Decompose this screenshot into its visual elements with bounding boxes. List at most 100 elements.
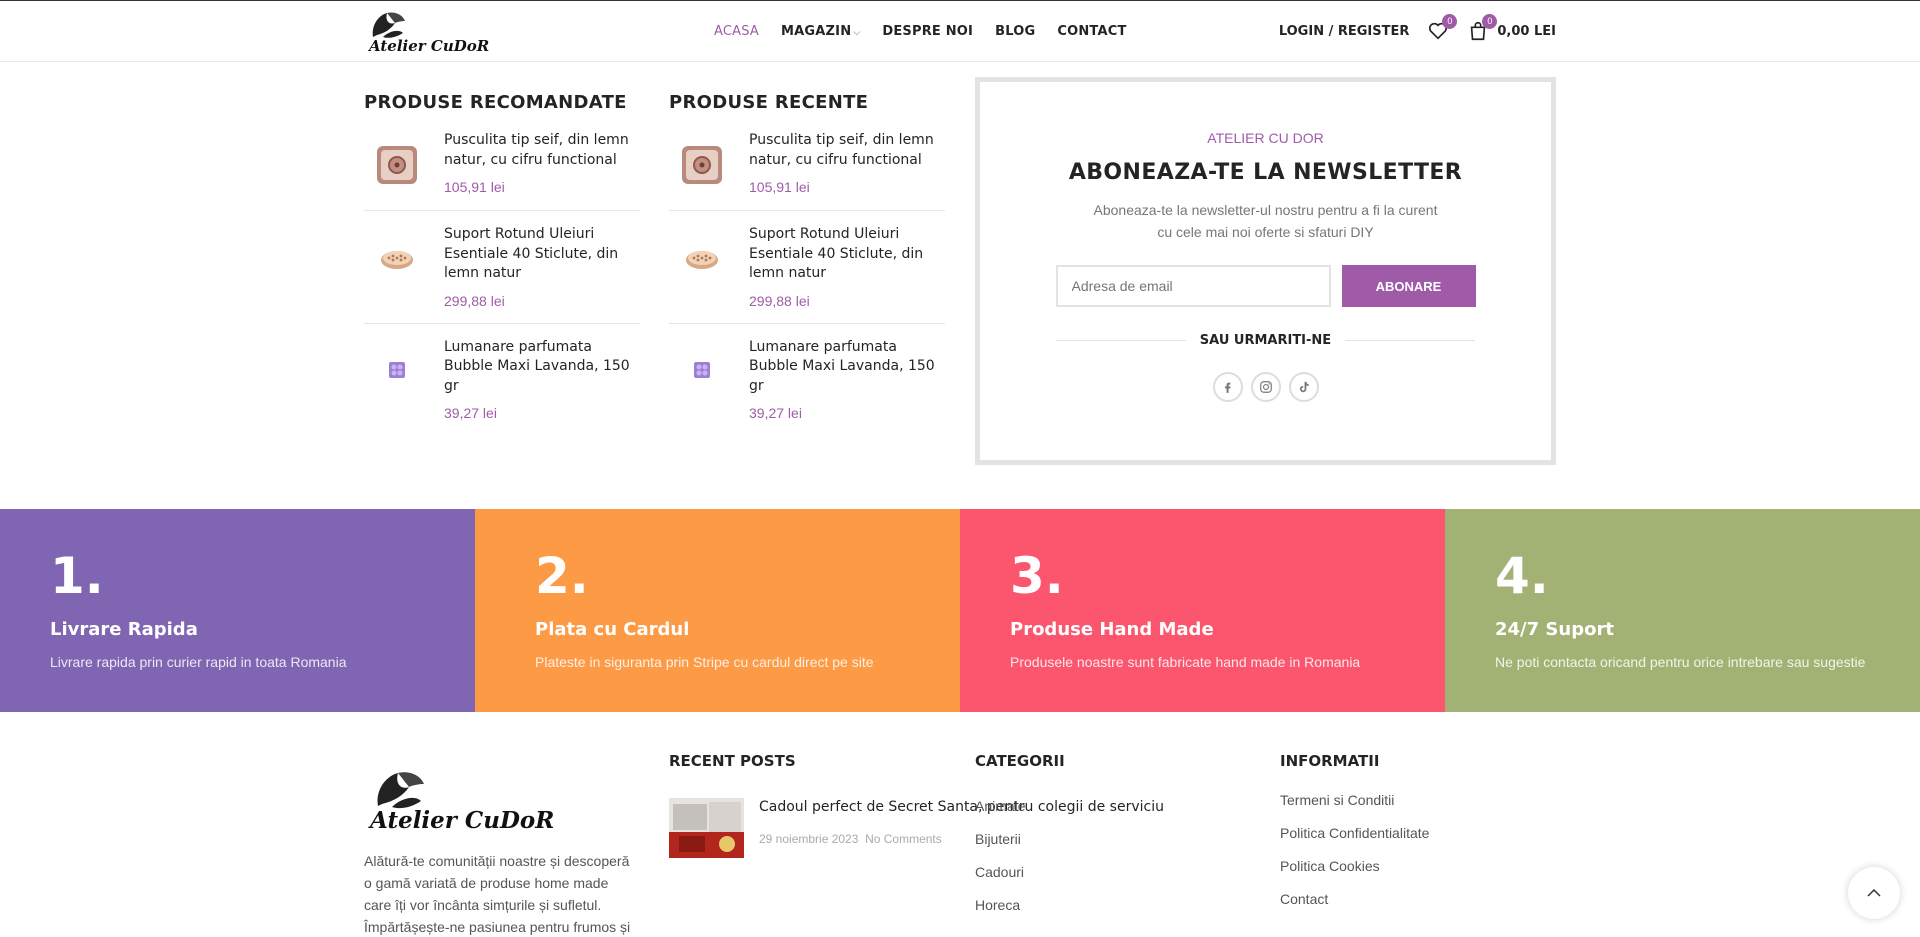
nav-despre-noi[interactable]: DESPRE NOI — [882, 24, 973, 39]
follow-label: SAU URMARITI-NE — [1199, 333, 1332, 348]
product-name[interactable]: Lumanare parfumata Bubble Maxi Lavanda, … — [749, 338, 945, 397]
product-thumb-safe-box[interactable] — [669, 131, 734, 196]
product-price: 39,27 lei — [749, 405, 802, 421]
blog-post-item[interactable]: Cadoul perfect de Secret Santa, pentru c… — [669, 798, 1164, 858]
feature-band-2: 2. Plata cu Cardul Plateste in siguranta… — [475, 509, 960, 712]
feature-number: 2. — [535, 547, 589, 605]
category-link[interactable]: Bijuterii — [975, 831, 1065, 847]
product-thumb-candle[interactable] — [364, 338, 429, 403]
recent-posts-title: RECENT POSTS — [669, 752, 796, 770]
recent-title: PRODUSE RECENTE — [669, 92, 869, 113]
product-price: 39,27 lei — [444, 405, 497, 421]
nav-contact[interactable]: CONTACT — [1057, 24, 1126, 39]
post-meta: 29 noiembrie 2023 No Comments — [759, 830, 1164, 849]
product-item[interactable]: Pusculita tip seif, din lemn natur, cu c… — [364, 131, 640, 211]
recent-products: PRODUSE RECENTE Pusculita tip seif, din … — [669, 92, 945, 449]
categories-title: CATEGORII — [975, 752, 1065, 770]
newsletter-title: ABONEAZA-TE LA NEWSLETTER — [1068, 160, 1463, 185]
category-link[interactable]: Horeca — [975, 897, 1065, 913]
footer-logo[interactable]: Atelier CuDoR — [364, 764, 564, 834]
footer-recent-posts: RECENT POSTS Cadoul perfect de Secret Sa… — [669, 752, 1164, 858]
product-thumb-candle[interactable] — [669, 338, 734, 403]
category-link[interactable]: Cadouri — [975, 864, 1065, 880]
product-price: 299,88 lei — [444, 292, 505, 309]
product-name[interactable]: Suport Rotund Uleiuri Esentiale 40 Sticl… — [444, 225, 640, 284]
footer-about: Atelier CuDoR Alătură-te comunității noa… — [364, 764, 632, 937]
newsletter-form: ABONARE — [980, 265, 1551, 307]
info-link[interactable]: Politica Confidentialitate — [1280, 825, 1429, 841]
instagram-icon[interactable] — [1250, 372, 1281, 402]
wishlist-button[interactable]: 0 — [1427, 14, 1458, 42]
product-price: 105,91 lei — [444, 179, 505, 195]
nav-magazin-label: MAGAZIN — [781, 23, 852, 39]
product-item[interactable]: Lumanare parfumata Bubble Maxi Lavanda, … — [669, 338, 945, 436]
recommended-title: PRODUSE RECOMANDATE — [364, 92, 627, 113]
feature-text: Ne poti contacta oricand pentru orice in… — [1495, 654, 1866, 670]
newsletter-box: ATELIER CU DOR ABONEAZA-TE LA NEWSLETTER… — [975, 77, 1556, 465]
cart-count-badge: 0 — [1482, 14, 1498, 29]
info-link[interactable]: Contact — [1280, 891, 1429, 907]
info-title: INFORMATII — [1280, 752, 1380, 770]
cart-total: 0,00 LEI — [1497, 23, 1556, 39]
product-item[interactable]: Suport Rotund Uleiuri Esentiale 40 Sticl… — [669, 225, 945, 324]
product-thumb-oil-stand[interactable] — [364, 225, 429, 290]
feature-title: Produse Hand Made — [1010, 619, 1214, 640]
nav-magazin[interactable]: MAGAZIN ⌵ — [781, 24, 860, 39]
follow-divider: SAU URMARITI-NE — [980, 333, 1551, 348]
main-nav: ACASA MAGAZIN ⌵ DESPRE NOI BLOG CONTACT — [714, 1, 1127, 61]
feature-title: 24/7 Suport — [1495, 619, 1614, 640]
svg-text:Atelier CuDoR: Atelier CuDoR — [367, 37, 489, 55]
info-link[interactable]: Termeni si Conditii — [1280, 792, 1429, 808]
divider-line — [1345, 340, 1476, 341]
feature-title: Livrare Rapida — [50, 619, 198, 640]
tiktok-icon[interactable] — [1288, 372, 1319, 402]
feature-band-1: 1. Livrare Rapida Livrare rapida prin cu… — [0, 509, 475, 712]
newsletter-description: Aboneaza-te la newsletter-ul nostru pent… — [1093, 202, 1438, 240]
subscribe-button[interactable]: ABONARE — [1341, 265, 1476, 307]
feature-number: 4. — [1495, 547, 1549, 605]
cart-icon-wrap: 0 — [1467, 14, 1498, 42]
cart-button[interactable]: 0 0,00 LEI — [1467, 14, 1556, 42]
login-register-link[interactable]: LOGIN / REGISTER — [1279, 24, 1410, 39]
post-comments[interactable]: No Comments — [865, 832, 942, 846]
site-logo[interactable]: Atelier CuDoR — [365, 7, 495, 55]
feature-number: 1. — [50, 547, 104, 605]
social-links — [980, 372, 1551, 402]
product-name[interactable]: Lumanare parfumata Bubble Maxi Lavanda, … — [444, 338, 640, 397]
facebook-icon[interactable] — [1212, 372, 1243, 402]
feature-text: Produsele noastre sunt fabricate hand ma… — [1010, 654, 1361, 670]
product-thumb-safe-box[interactable] — [364, 131, 429, 196]
nav-acasa[interactable]: ACASA — [714, 24, 759, 39]
info-link[interactable]: Politica Cookies — [1280, 858, 1429, 874]
chevron-down-icon: ⌵ — [853, 27, 861, 38]
header-actions: LOGIN / REGISTER 0 0 0,00 LEI — [1279, 1, 1556, 61]
product-name[interactable]: Pusculita tip seif, din lemn natur, cu c… — [444, 131, 640, 170]
post-thumbnail[interactable] — [669, 798, 744, 858]
product-name[interactable]: Pusculita tip seif, din lemn natur, cu c… — [749, 131, 945, 170]
post-date: 29 noiembrie 2023 — [759, 831, 859, 846]
nav-blog[interactable]: BLOG — [995, 24, 1035, 39]
feature-number: 3. — [1010, 547, 1064, 605]
feature-text: Livrare rapida prin curier rapid in toat… — [50, 654, 347, 670]
product-price: 105,91 lei — [749, 179, 810, 195]
feature-title: Plata cu Cardul — [535, 619, 690, 640]
post-title[interactable]: Cadoul perfect de Secret Santa, pentru c… — [759, 798, 1164, 818]
feature-text: Plateste in siguranta prin Stripe cu car… — [535, 654, 874, 670]
product-item[interactable]: Pusculita tip seif, din lemn natur, cu c… — [669, 131, 945, 211]
product-item[interactable]: Lumanare parfumata Bubble Maxi Lavanda, … — [364, 338, 640, 436]
product-price: 299,88 lei — [749, 292, 810, 309]
product-thumb-oil-stand[interactable] — [669, 225, 734, 290]
recommended-products: PRODUSE RECOMANDATE Pusculita tip seif, … — [364, 92, 640, 449]
site-header: Atelier CuDoR ACASA MAGAZIN ⌵ DESPRE NOI … — [0, 0, 1920, 62]
svg-text:Atelier CuDoR: Atelier CuDoR — [368, 807, 554, 834]
footer-info: INFORMATII Termeni si Conditii Politica … — [1280, 752, 1429, 924]
product-name[interactable]: Suport Rotund Uleiuri Esentiale 40 Sticl… — [749, 225, 945, 284]
divider-line — [1055, 340, 1186, 341]
category-link[interactable]: Animale — [975, 798, 1065, 814]
feature-band-4: 4. 24/7 Suport Ne poti contacta oricand … — [1445, 509, 1920, 712]
email-input[interactable] — [1055, 265, 1331, 307]
scroll-to-top-button[interactable] — [1848, 867, 1900, 919]
footer-about-text: Alătură-te comunității noastre și descop… — [364, 853, 631, 935]
wishlist-count-badge: 0 — [1442, 14, 1458, 29]
product-item[interactable]: Suport Rotund Uleiuri Esentiale 40 Sticl… — [364, 225, 640, 324]
